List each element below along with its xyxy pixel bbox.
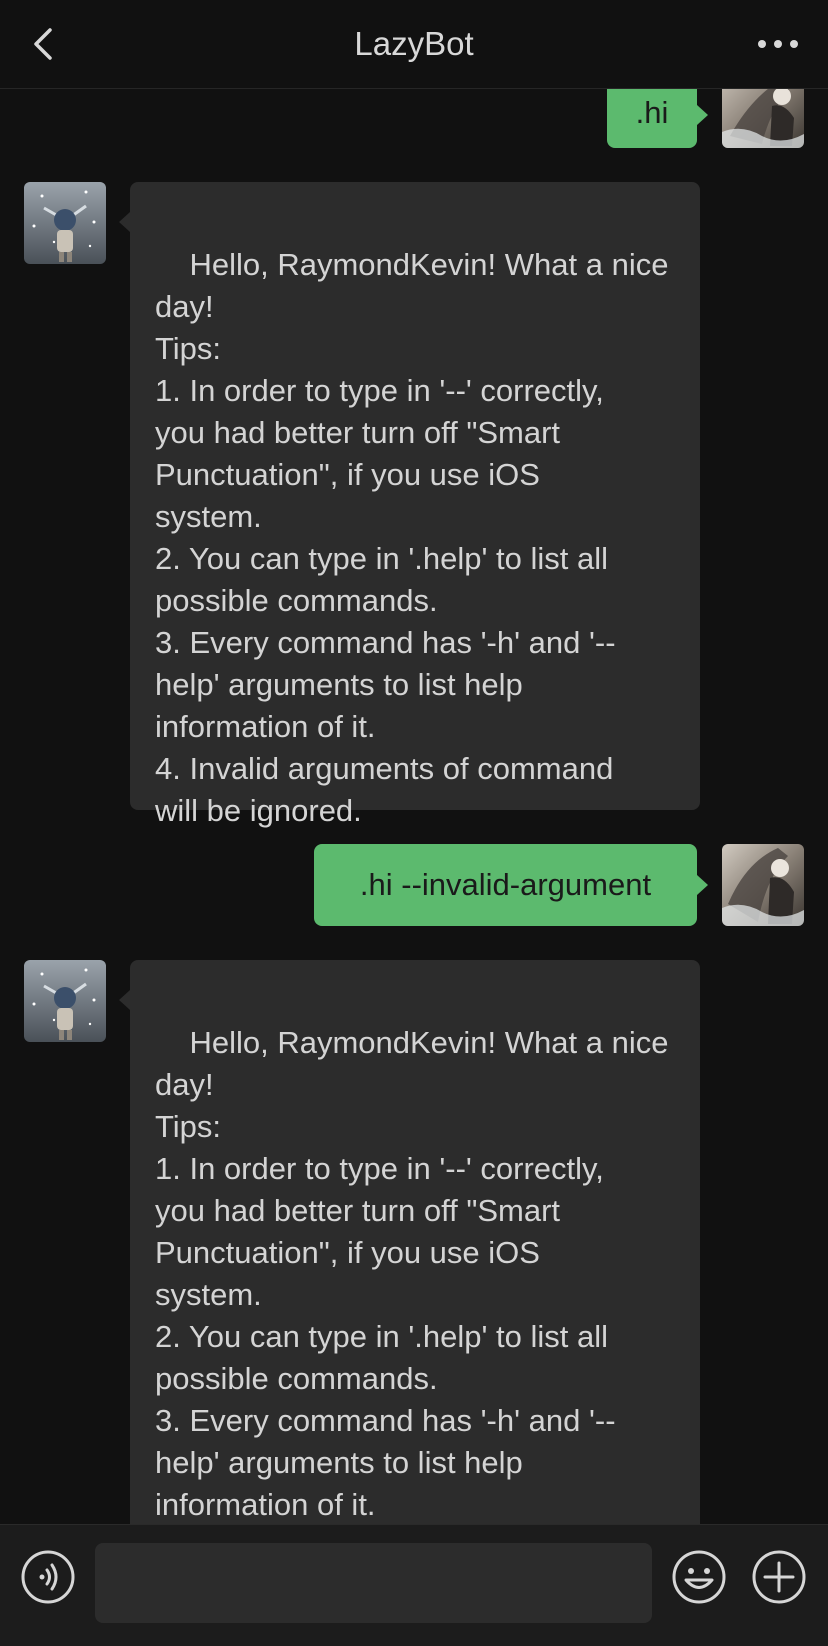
bubble-tail bbox=[119, 990, 130, 1010]
message-text: .hi bbox=[635, 95, 669, 130]
emoji-icon[interactable] bbox=[671, 1549, 727, 1605]
page-title: LazyBot bbox=[354, 25, 474, 62]
nav-header: LazyBot bbox=[0, 0, 828, 89]
more-dots-icon[interactable] bbox=[750, 22, 806, 66]
input-bar bbox=[0, 1524, 828, 1646]
message-input[interactable] bbox=[95, 1543, 652, 1623]
user-message-bubble[interactable]: .hi bbox=[607, 88, 697, 148]
bot-avatar[interactable] bbox=[24, 182, 106, 264]
bubble-tail bbox=[697, 105, 708, 125]
user-message-bubble[interactable]: .hi --invalid-argument bbox=[314, 844, 697, 926]
bot-avatar[interactable] bbox=[24, 960, 106, 1042]
bubble-tail bbox=[697, 875, 708, 895]
message-text: Hello, RaymondKevin! What a nice day! Ti… bbox=[155, 247, 669, 828]
bot-message-bubble[interactable]: Hello, RaymondKevin! What a nice day! Ti… bbox=[130, 960, 700, 1524]
voice-icon[interactable] bbox=[20, 1549, 76, 1605]
message-text: .hi --invalid-argument bbox=[359, 867, 652, 902]
bubble-tail bbox=[119, 212, 130, 232]
user-avatar[interactable] bbox=[722, 88, 804, 148]
user-avatar[interactable] bbox=[722, 844, 804, 926]
message-text: Hello, RaymondKevin! What a nice day! Ti… bbox=[155, 1025, 669, 1522]
bot-message-bubble[interactable]: Hello, RaymondKevin! What a nice day! Ti… bbox=[130, 182, 700, 828]
chat-history[interactable]: .hi Hello, RaymondKevin! What a nice day… bbox=[0, 88, 828, 1524]
plus-icon[interactable] bbox=[751, 1549, 807, 1605]
